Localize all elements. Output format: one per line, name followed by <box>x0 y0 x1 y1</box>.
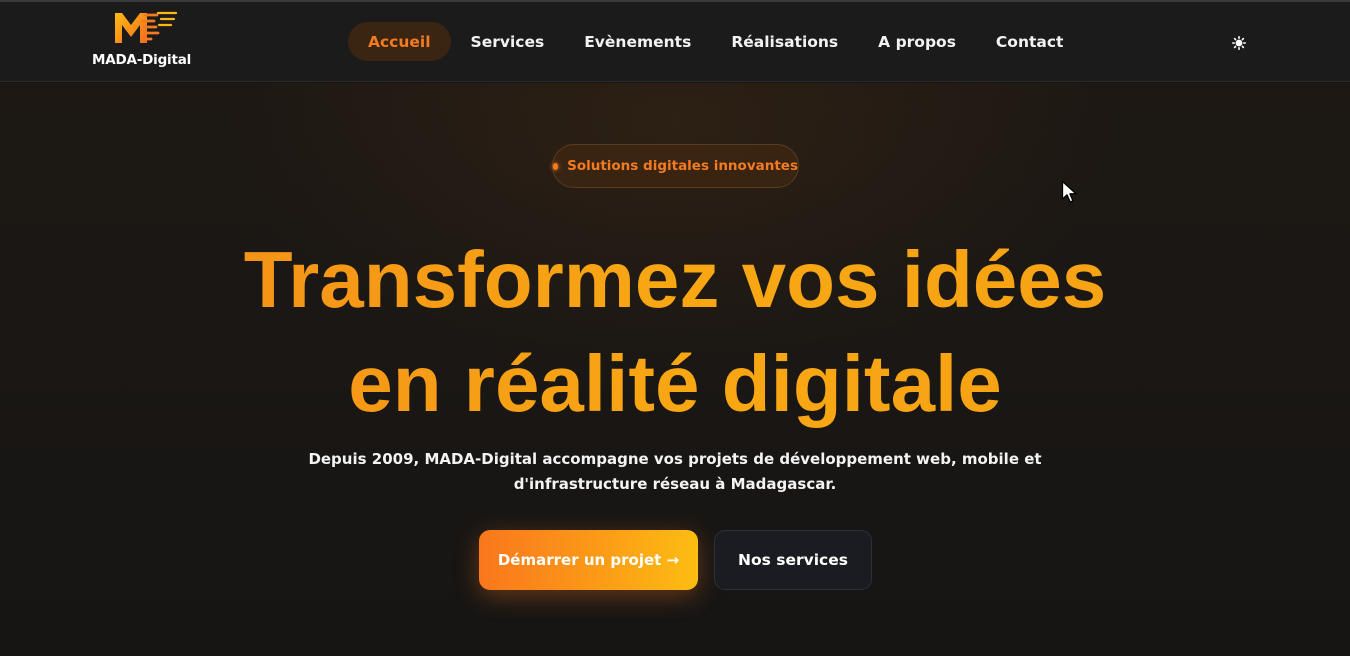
hero-title-line1: Transformez vos idées <box>243 235 1107 324</box>
hero-badge-label: Solutions digitales innovantes <box>567 158 798 174</box>
main-nav: Accueil Services Evènements Réalisations… <box>348 22 1083 61</box>
our-services-button[interactable]: Nos services <box>714 530 872 590</box>
nav-item-contact[interactable]: Contact <box>976 22 1084 61</box>
nav-item-accueil[interactable]: Accueil <box>348 22 451 61</box>
hero-title: Transformez vos idées en réalité digital… <box>0 228 1350 436</box>
nav-item-evenements[interactable]: Evènements <box>564 22 711 61</box>
hero-title-line2: en réalité digitale <box>348 339 1002 428</box>
nav-item-a-propos[interactable]: A propos <box>858 22 976 61</box>
hero-subtitle: Depuis 2009, MADA-Digital accompagne vos… <box>308 450 1042 493</box>
brand-logo[interactable]: MADA-Digital <box>90 10 192 70</box>
theme-toggle-button[interactable] <box>1228 32 1250 54</box>
hero-badge: Solutions digitales innovantes <box>552 144 799 188</box>
nav-item-services[interactable]: Services <box>451 22 565 61</box>
site-header: MADA-Digital Accueil Services Evènements… <box>0 2 1350 82</box>
start-project-button[interactable]: Démarrer un projet → <box>479 530 698 590</box>
badge-dot-icon <box>553 162 559 170</box>
hero-section: Solutions digitales innovantes Transform… <box>0 83 1350 656</box>
nav-item-realisations[interactable]: Réalisations <box>711 22 858 61</box>
brand-name: MADA-Digital <box>92 52 192 68</box>
mouse-cursor-icon <box>1061 180 1077 203</box>
logo-mark-icon <box>115 11 178 43</box>
sun-icon <box>1232 36 1246 50</box>
